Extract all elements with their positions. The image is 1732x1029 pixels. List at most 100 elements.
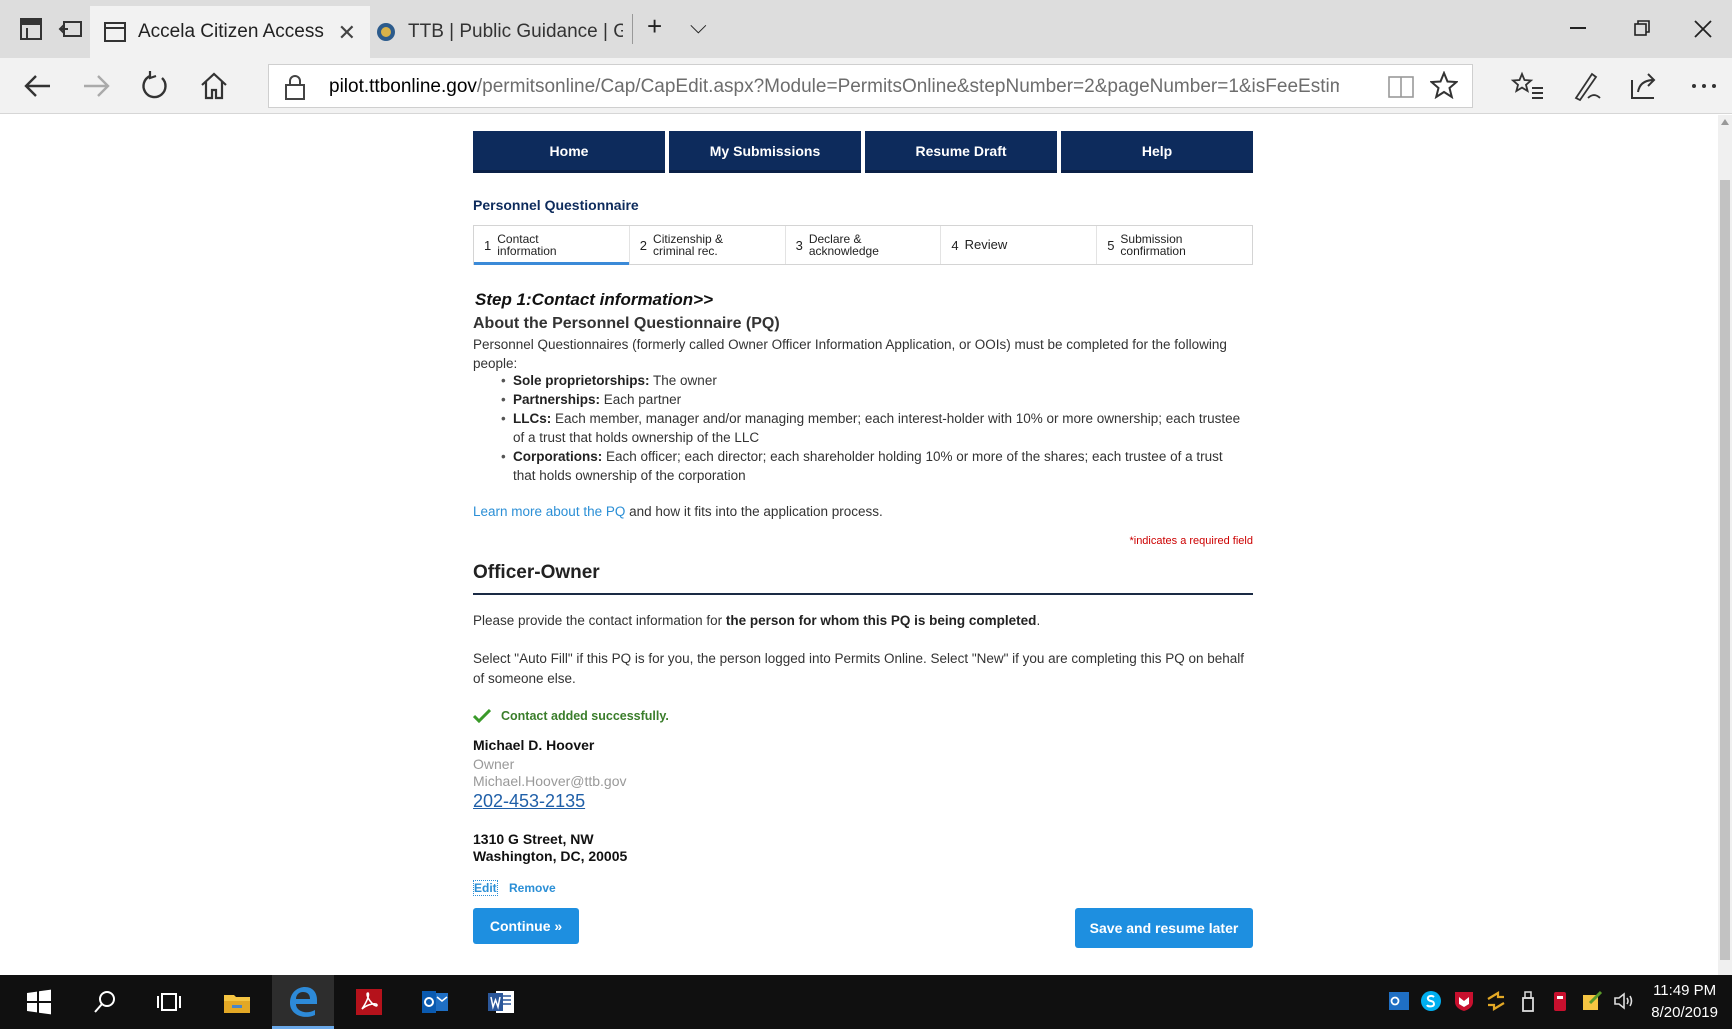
list-item: LLCs: Each member, manager and/or managi… [501,409,1241,447]
tab-label: Accela Citizen Access [138,21,324,42]
more-options-icon[interactable] [1686,68,1722,104]
learn-more-text: and how it fits into the application pro… [625,504,883,519]
step-label: Review [964,237,1008,252]
continue-button[interactable]: Continue » [473,908,579,944]
success-message: Contact added successfully. [473,709,669,723]
url-domain: pilot.ttbonline.gov [329,76,477,97]
scroll-up-icon[interactable] [1721,119,1729,125]
url-path: /permitsonline/Cap/CapEdit.aspx?Module=P… [476,76,1339,97]
step-number: 5 [1107,237,1115,253]
back-arrow-icon[interactable] [20,68,56,104]
step-declare[interactable]: 3 Declare & acknowledge [786,226,942,264]
minimize-icon[interactable] [1570,26,1586,30]
pq-people-list: Sole proprietorships: The owner Partners… [501,371,1241,485]
clock-date: 8/20/2019 [1651,1004,1718,1021]
remove-link[interactable]: Remove [509,881,556,895]
acrobat-icon[interactable] [354,987,384,1017]
notes-tray-icon[interactable] [1580,989,1604,1013]
contact-role: Owner [473,756,515,772]
skype-tray-icon[interactable] [1419,989,1443,1013]
lock-icon [285,75,305,100]
home-icon[interactable] [196,68,232,104]
search-icon[interactable] [90,987,120,1017]
favorite-star-icon[interactable] [1430,71,1458,99]
system-clock[interactable]: 11:49 PM 8/20/2019 [1651,980,1718,1024]
page-scrollbar[interactable] [1718,115,1732,975]
tab-divider [632,14,633,44]
browser-tab-bar: Accela Citizen Access ✕ TTB | Public Gui… [0,0,1732,58]
tab-preview-icon[interactable] [18,16,44,42]
close-window-icon[interactable] [1694,20,1712,38]
tab-label: TTB | Public Guidance | Guic [408,21,623,42]
windows-start-icon[interactable] [24,987,54,1017]
sync-tray-icon[interactable] [1484,989,1508,1013]
about-title: About the Personnel Questionnaire (PQ) [473,315,780,332]
battery-tray-icon[interactable] [1548,989,1572,1013]
tab-list-chevron-icon[interactable]: ⌵ [690,13,707,39]
step-label: Declare & acknowledge [808,232,879,258]
step-number: 3 [795,237,803,253]
list-item: Corporations: Each officer; each directo… [501,447,1241,485]
step-number: 1 [484,237,492,253]
bullet-text: The owner [649,373,717,388]
share-icon[interactable] [1626,68,1662,104]
word-icon[interactable] [486,987,516,1017]
mcafee-tray-icon[interactable] [1452,989,1476,1013]
bullet-text: Each partner [600,392,682,407]
edge-taskbar-active[interactable] [272,975,334,1029]
step-heading: Step 1:Contact information>> [475,290,714,309]
section-divider [473,593,1253,595]
contact-actions: Edit Remove [473,880,564,896]
step-submission-confirmation[interactable]: 5 Submission confirmation [1097,226,1252,264]
page-icon [104,22,126,42]
outlook-icon[interactable] [420,987,450,1017]
checkmark-icon [473,709,491,723]
favorites-hub-icon[interactable] [1510,68,1546,104]
bullet-term: LLCs: [513,411,552,426]
new-tab-button[interactable]: + [647,11,662,42]
outlook-tray-icon[interactable] [1387,989,1411,1013]
instruction-text: Please provide the contact information f… [473,613,1040,628]
required-field-note: *indicates a required field [1129,535,1253,547]
forward-arrow-icon[interactable] [78,68,114,104]
restore-icon[interactable] [1634,20,1650,36]
top-menu: Home My Submissions Resume Draft Help [473,131,1253,173]
menu-help[interactable]: Help [1061,131,1253,173]
list-item: Partnerships: Each partner [501,390,1241,409]
menu-my-submissions[interactable]: My Submissions [669,131,861,173]
close-tab-icon[interactable]: ✕ [338,20,356,46]
step-number: 2 [639,237,648,253]
tab-accela[interactable]: Accela Citizen Access ✕ [90,6,370,58]
bullet-term: Corporations: [513,449,603,464]
contact-name: Michael D. Hoover [473,737,595,753]
reading-view-icon[interactable] [1388,75,1414,99]
learn-more-link[interactable]: Learn more about the PQ [473,504,625,519]
contact-address-line2: Washington, DC, 20005 [473,848,628,864]
step-contact-information[interactable]: 1 Contact information [474,226,630,265]
tab-ttb[interactable]: TTB | Public Guidance | Guic [370,6,632,58]
url-text: pilot.ttbonline.gov/permitsonline/Cap/Ca… [329,76,1339,98]
volume-icon[interactable] [1612,989,1636,1013]
instruction-prefix: Please provide the contact information f… [473,613,726,628]
save-and-resume-button[interactable]: Save and resume later [1075,908,1253,948]
file-explorer-icon[interactable] [222,987,252,1017]
usb-device-tray-icon[interactable] [1516,989,1540,1013]
step-review[interactable]: 4 Review [941,226,1098,264]
set-aside-tabs-icon[interactable] [58,16,84,42]
scroll-thumb[interactable] [1720,180,1730,960]
edit-link[interactable]: Edit [473,880,498,896]
address-bar[interactable]: pilot.ttbonline.gov/permitsonline/Cap/Ca… [268,64,1473,108]
clock-time: 11:49 PM [1653,982,1717,999]
autofill-instruction: Select "Auto Fill" if this PQ is for you… [473,651,1245,686]
browser-nav-bar: pilot.ttbonline.gov/permitsonline/Cap/Ca… [0,58,1732,114]
task-view-icon[interactable] [154,987,184,1017]
step-citizenship[interactable]: 2 Citizenship & criminal rec. [630,226,786,264]
bullet-text: Each officer; each director; each shareh… [513,449,1223,483]
contact-phone-link[interactable]: 202-453-2135 [473,791,585,812]
menu-resume-draft[interactable]: Resume Draft [865,131,1057,173]
instruction-bold: the person for whom this PQ is being com… [725,613,1037,628]
web-note-pen-icon[interactable] [1568,68,1604,104]
menu-home[interactable]: Home [473,131,665,173]
refresh-icon[interactable] [136,68,172,104]
contact-email: Michael.Hoover@ttb.gov [473,773,627,789]
